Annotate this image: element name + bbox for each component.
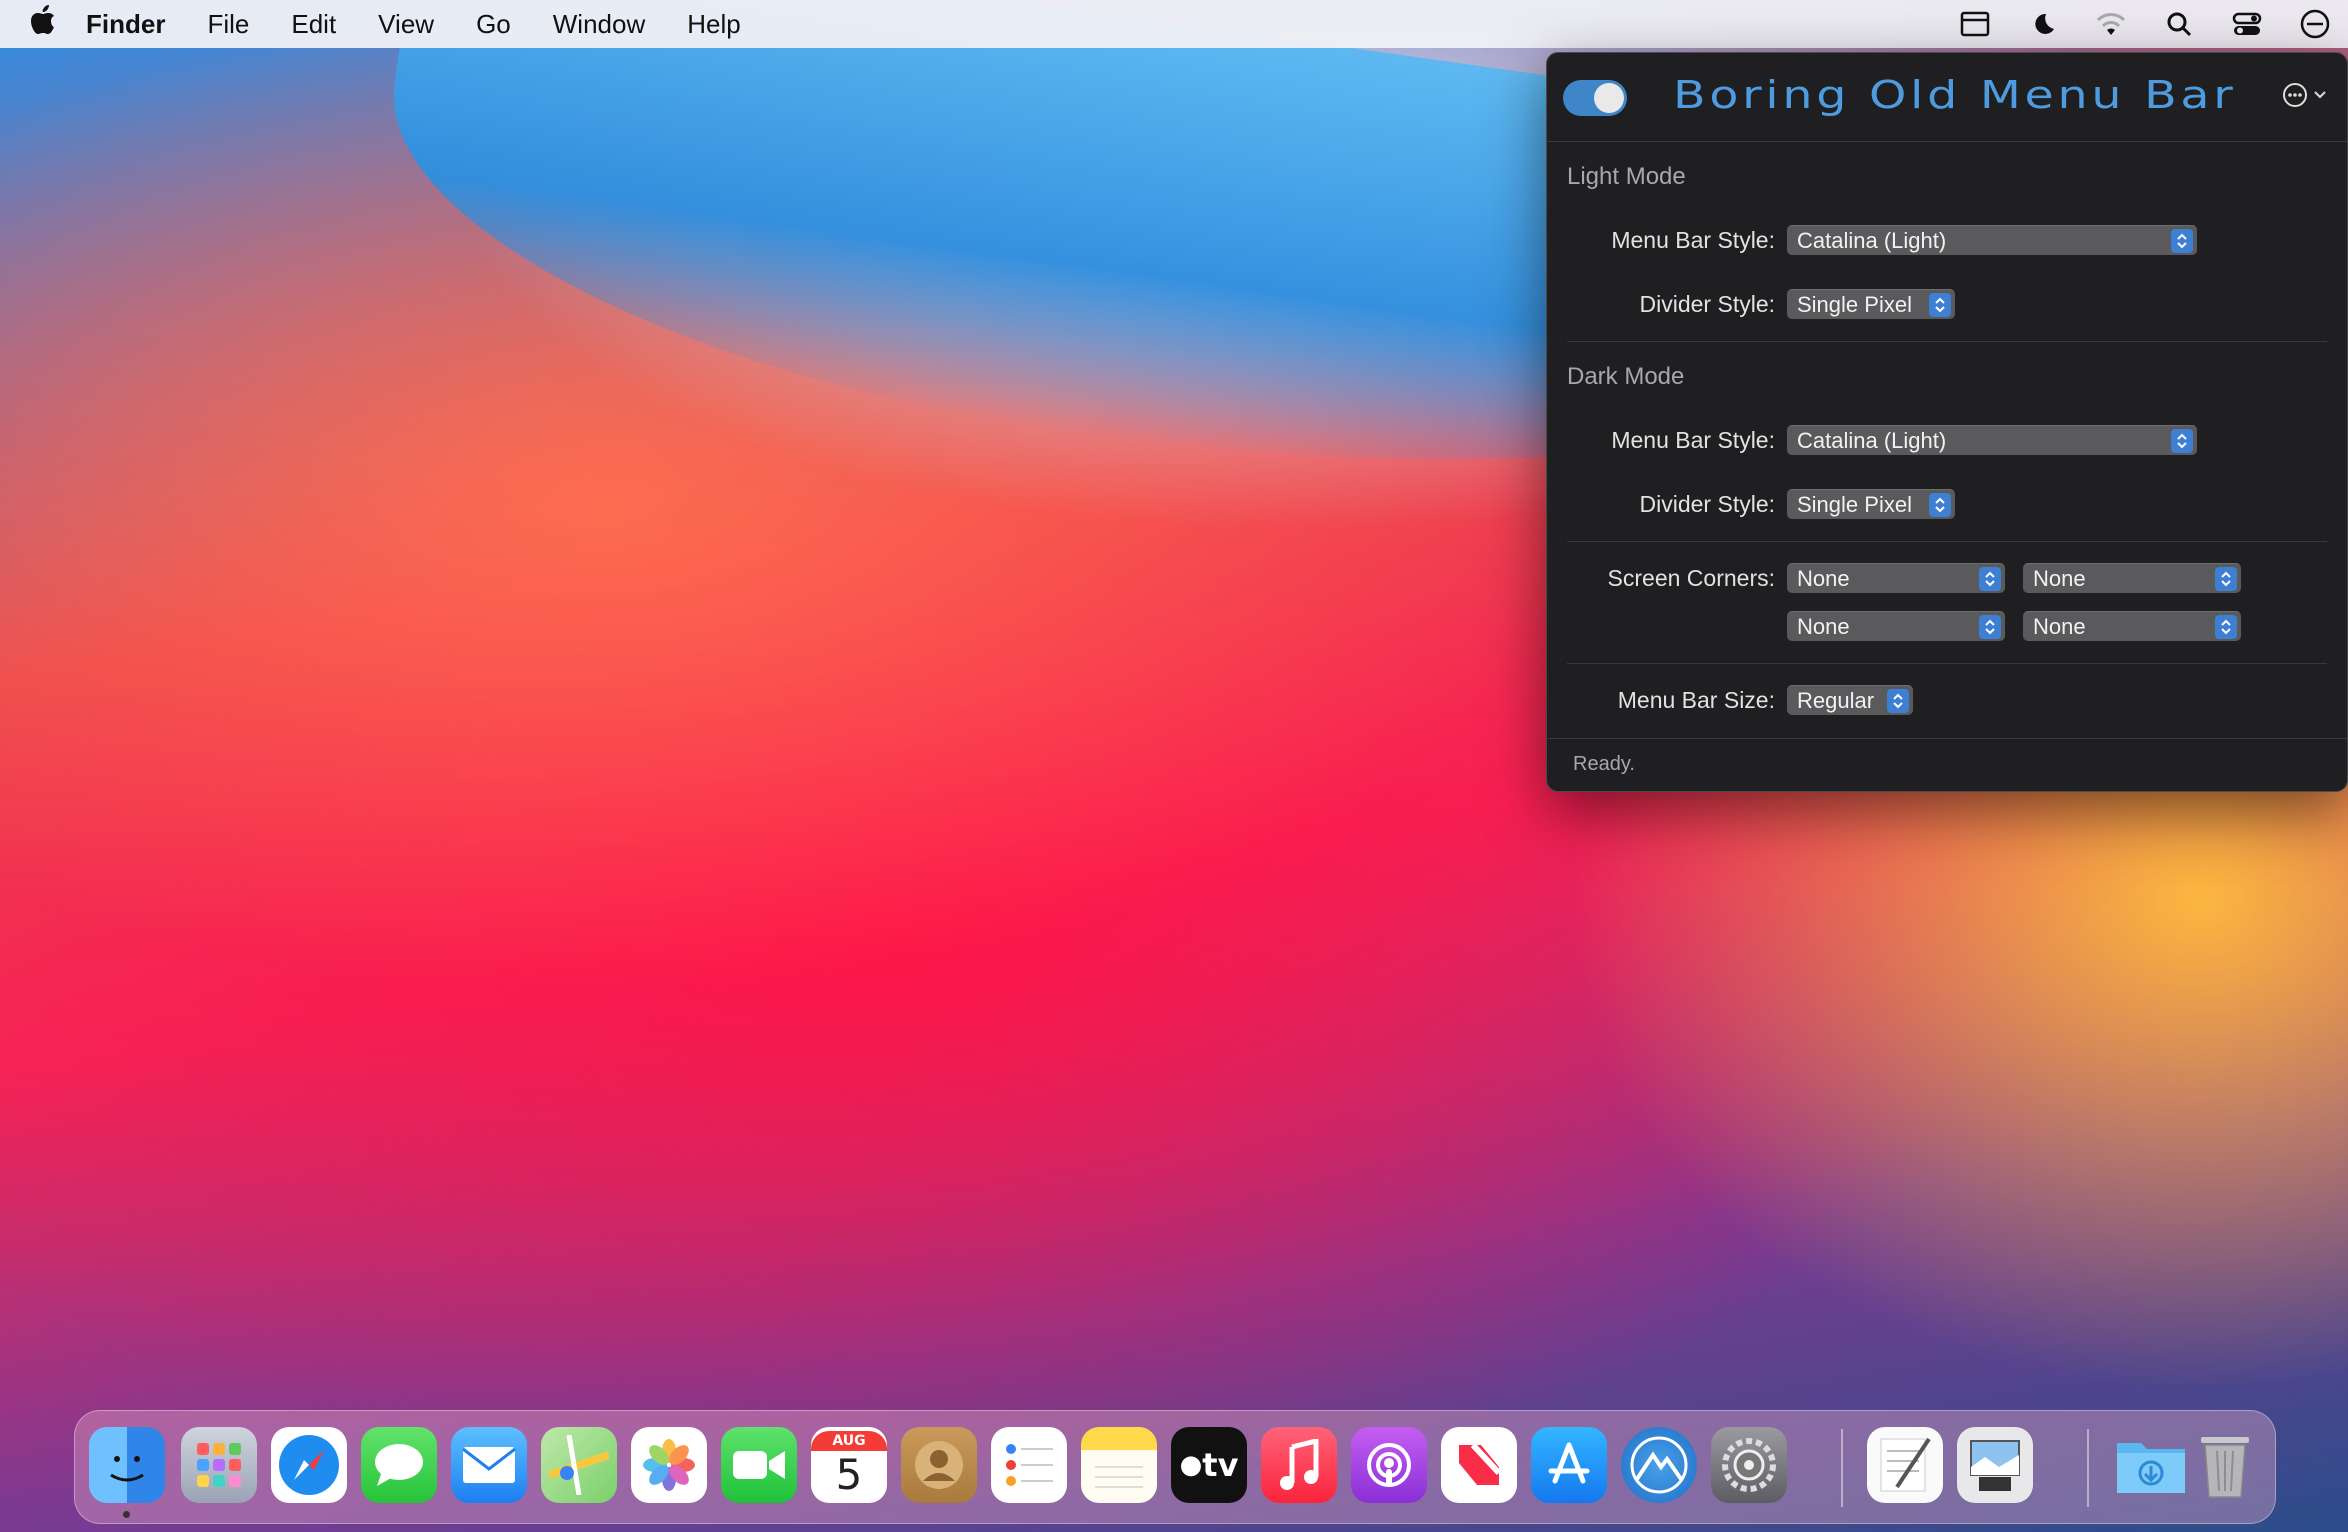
chevron-down-icon bbox=[2314, 91, 2326, 99]
dock-maps-icon[interactable] bbox=[541, 1427, 617, 1503]
menu-file[interactable]: File bbox=[207, 9, 249, 40]
menu-bar: Finder File Edit View Go Window Help bbox=[0, 0, 2348, 48]
panel-header: Boring Old Menu Bar bbox=[1547, 53, 2347, 142]
menu-window[interactable]: Window bbox=[553, 9, 645, 40]
dock-music-icon[interactable] bbox=[1261, 1427, 1337, 1503]
dock-system-preferences-icon[interactable] bbox=[1711, 1427, 1787, 1503]
ellipsis-circle-icon bbox=[2283, 83, 2307, 107]
dock-finder-icon[interactable] bbox=[89, 1427, 165, 1503]
dock-tv-icon[interactable]: ● tv bbox=[1171, 1427, 1247, 1503]
popup-value: Single Pixel bbox=[1797, 292, 1912, 317]
popup-value: None bbox=[2033, 614, 2086, 639]
menu-app-name[interactable]: Finder bbox=[86, 9, 165, 40]
divider bbox=[1567, 663, 2327, 664]
popup-value: Regular bbox=[1797, 688, 1875, 713]
menu-view[interactable]: View bbox=[378, 9, 434, 40]
status-bar: Ready. bbox=[1547, 738, 2347, 791]
dark-mode-heading: Dark Mode bbox=[1567, 363, 1685, 390]
toggle-knob bbox=[1594, 83, 1624, 113]
moon-icon[interactable] bbox=[2026, 7, 2060, 41]
boring-old-menu-bar-icon[interactable] bbox=[2298, 7, 2332, 41]
screen-corner-top-left-popup[interactable]: None bbox=[1787, 563, 2005, 593]
popup-arrows-icon bbox=[1929, 293, 1951, 317]
panel-title: Boring Old Menu Bar bbox=[1673, 73, 2237, 117]
dock-messages-icon[interactable] bbox=[361, 1427, 437, 1503]
control-center-icon[interactable] bbox=[2230, 7, 2264, 41]
popup-value: None bbox=[1797, 566, 1850, 591]
calendar-month: AUG bbox=[811, 1431, 887, 1451]
boring-old-menu-bar-panel: Boring Old Menu Bar Light Mode Menu Bar … bbox=[1546, 52, 2348, 792]
popup-arrows-icon bbox=[1929, 493, 1951, 517]
popup-value: Single Pixel bbox=[1797, 492, 1912, 517]
tv-label: tv bbox=[1202, 1446, 1239, 1484]
popup-arrows-icon bbox=[2171, 429, 2193, 453]
light-divider-style-popup[interactable]: Single Pixel bbox=[1787, 289, 1955, 319]
enable-toggle[interactable] bbox=[1563, 80, 1627, 116]
dark-menu-bar-style-label: Menu Bar Style: bbox=[1611, 427, 1775, 453]
dock-news-icon[interactable] bbox=[1441, 1427, 1517, 1503]
popup-arrows-icon bbox=[2171, 229, 2193, 253]
light-menu-bar-style-popup[interactable]: Catalina (Light) bbox=[1787, 225, 2197, 255]
dock-separator bbox=[1841, 1429, 1843, 1507]
dock-calendar-icon[interactable]: AUG 5 bbox=[811, 1427, 887, 1503]
dock-contacts-icon[interactable] bbox=[901, 1427, 977, 1503]
light-divider-style-label: Divider Style: bbox=[1639, 291, 1775, 317]
popup-arrows-icon bbox=[1979, 567, 2001, 591]
dock-launchpad-icon[interactable] bbox=[181, 1427, 257, 1503]
apple-menu-icon[interactable] bbox=[30, 5, 86, 43]
menu-bar-size-label: Menu Bar Size: bbox=[1617, 687, 1775, 713]
dock-app-store-icon[interactable] bbox=[1531, 1427, 1607, 1503]
dock-safari-icon[interactable] bbox=[271, 1427, 347, 1503]
divider bbox=[1567, 541, 2327, 542]
status-text: Ready. bbox=[1573, 753, 1635, 775]
calendar-day: 5 bbox=[835, 1450, 863, 1499]
divider bbox=[1567, 341, 2327, 342]
popup-value: None bbox=[1797, 614, 1850, 639]
light-menu-bar-style-label: Menu Bar Style: bbox=[1611, 227, 1775, 253]
dock: AUG 5 ● tv bbox=[74, 1410, 2276, 1524]
dock-textedit-icon[interactable] bbox=[1867, 1427, 1943, 1503]
wifi-icon[interactable] bbox=[2094, 7, 2128, 41]
menu-go[interactable]: Go bbox=[476, 9, 511, 40]
light-mode-heading: Light Mode bbox=[1567, 163, 1686, 190]
screen-corner-bottom-left-popup[interactable]: None bbox=[1787, 611, 2005, 641]
dock-boring-old-menu-bar-icon[interactable] bbox=[1621, 1427, 1697, 1503]
dark-menu-bar-style-popup[interactable]: Catalina (Light) bbox=[1787, 425, 2197, 455]
popup-arrows-icon bbox=[1979, 615, 2001, 639]
search-icon[interactable] bbox=[2162, 7, 2196, 41]
running-indicator bbox=[123, 1511, 130, 1518]
menu-edit[interactable]: Edit bbox=[291, 9, 336, 40]
popup-arrows-icon bbox=[1887, 689, 1909, 713]
dock-notes-icon[interactable] bbox=[1081, 1427, 1157, 1503]
dock-downloads-folder-icon[interactable] bbox=[2113, 1427, 2189, 1503]
dock-podcasts-icon[interactable] bbox=[1351, 1427, 1427, 1503]
menu-help[interactable]: Help bbox=[687, 9, 740, 40]
menu-bar-window-icon[interactable] bbox=[1958, 7, 1992, 41]
popup-value: Catalina (Light) bbox=[1797, 428, 1947, 453]
popup-value: None bbox=[2033, 566, 2086, 591]
dark-divider-style-popup[interactable]: Single Pixel bbox=[1787, 489, 1955, 519]
tv-apple-icon: ● bbox=[1179, 1450, 1203, 1480]
more-options-button[interactable] bbox=[2281, 81, 2327, 109]
dock-separator bbox=[2087, 1429, 2089, 1507]
dock-photos-icon[interactable] bbox=[631, 1427, 707, 1503]
dark-divider-style-label: Divider Style: bbox=[1639, 491, 1775, 517]
screen-corner-bottom-right-popup[interactable]: None bbox=[2023, 611, 2241, 641]
menu-bar-size-popup[interactable]: Regular bbox=[1787, 685, 1913, 715]
dock-preview-icon[interactable] bbox=[1957, 1427, 2033, 1503]
dock-facetime-icon[interactable] bbox=[721, 1427, 797, 1503]
dock-reminders-icon[interactable] bbox=[991, 1427, 1067, 1503]
popup-value: Catalina (Light) bbox=[1797, 228, 1947, 253]
dock-trash-icon[interactable] bbox=[2187, 1427, 2263, 1503]
screen-corners-label: Screen Corners: bbox=[1607, 565, 1775, 591]
screen-corner-top-right-popup[interactable]: None bbox=[2023, 563, 2241, 593]
popup-arrows-icon bbox=[2215, 615, 2237, 639]
popup-arrows-icon bbox=[2215, 567, 2237, 591]
dock-mail-icon[interactable] bbox=[451, 1427, 527, 1503]
